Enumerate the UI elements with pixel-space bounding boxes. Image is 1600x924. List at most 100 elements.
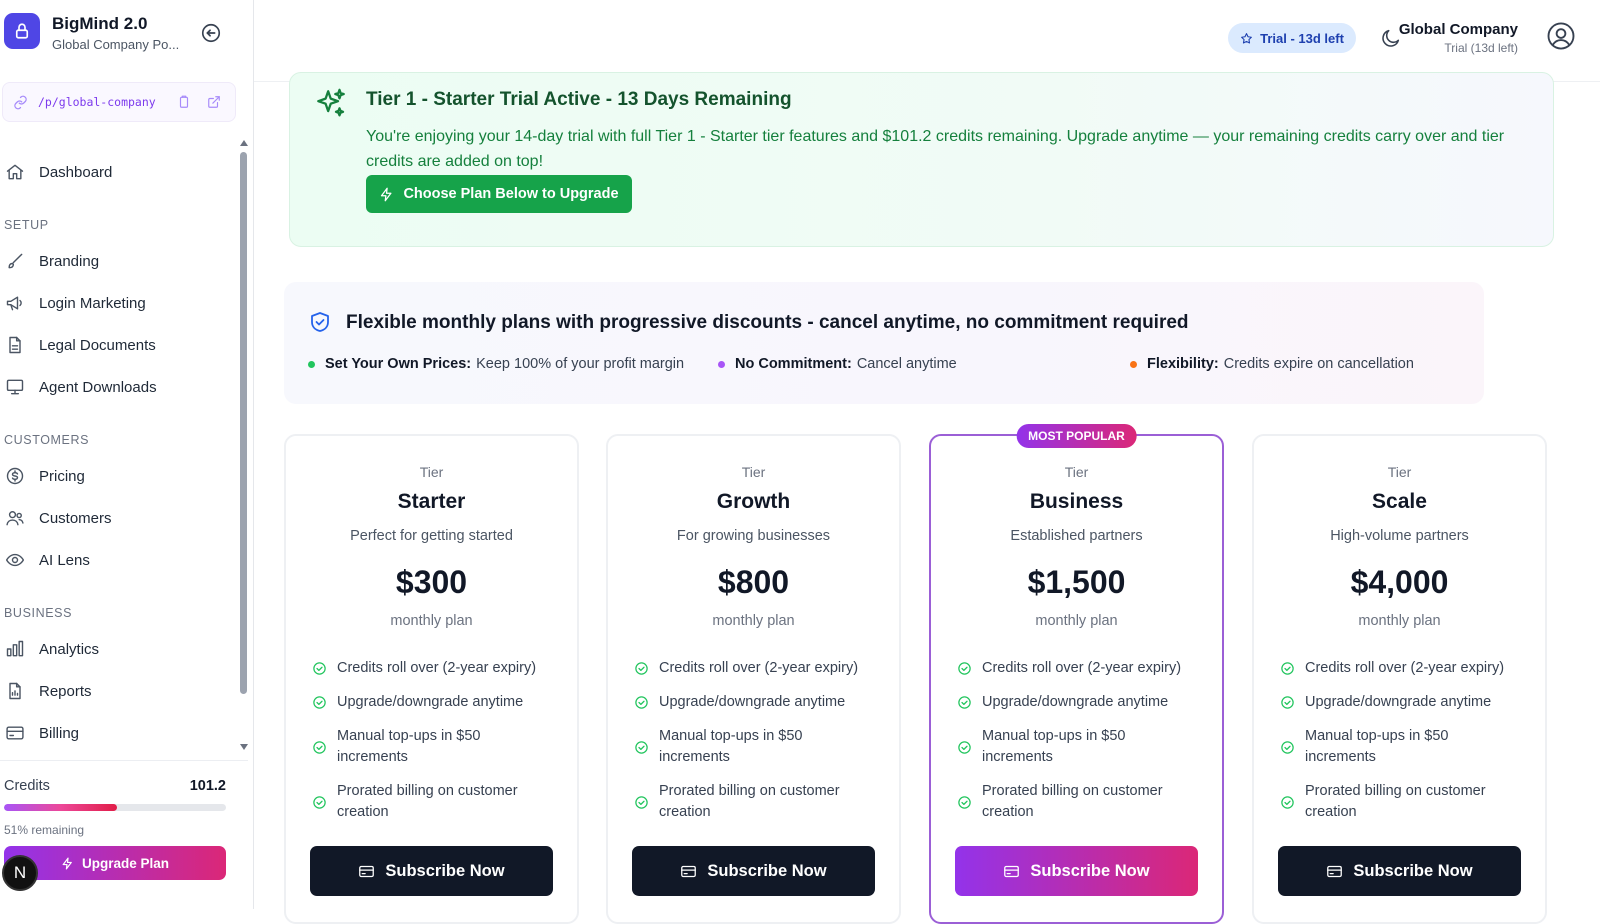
- subscribe-button-business[interactable]: Subscribe Now: [955, 846, 1198, 896]
- sparkles-icon: [314, 87, 348, 121]
- sidebar-item-ai-lens[interactable]: AI Lens: [0, 542, 236, 578]
- check-circle-icon: [958, 740, 971, 754]
- sidebar-scrollbar-thumb[interactable]: [240, 152, 247, 694]
- sidebar-item-label: Agent Downloads: [39, 378, 157, 396]
- sidebar-item-agent-downloads[interactable]: Agent Downloads: [0, 369, 236, 405]
- orange-dot: [1130, 360, 1137, 368]
- credits-progress-bar: [4, 804, 226, 811]
- sidebar: BigMind 2.0 Global Company Po... /p/glob…: [0, 0, 254, 909]
- sidebar-item-pricing[interactable]: Pricing: [0, 458, 236, 494]
- check-circle-icon: [958, 795, 971, 809]
- sidebar-item-billing[interactable]: Billing: [0, 715, 236, 751]
- external-link-icon[interactable]: [207, 95, 221, 109]
- document-icon: [5, 335, 25, 355]
- trial-status-badge[interactable]: Trial - 13d left: [1228, 23, 1356, 53]
- lightning-icon: [381, 187, 392, 201]
- sidebar-item-dashboard[interactable]: Dashboard: [0, 154, 236, 190]
- subscribe-label: Subscribe Now: [1030, 861, 1150, 880]
- sidebar-item-label: Dashboard: [39, 163, 113, 181]
- monitor-icon: [5, 377, 25, 397]
- company-trial-status: Trial (13d left): [1444, 41, 1518, 55]
- brand-header: BigMind 2.0 Global Company Po...: [4, 12, 248, 56]
- check-circle-icon: [635, 740, 648, 754]
- sidebar-item-label: Pricing: [39, 467, 85, 485]
- subscribe-button-scale[interactable]: Subscribe Now: [1278, 846, 1521, 896]
- banner-text: You're enjoying your 14-day trial with f…: [366, 128, 1505, 170]
- plan-feature: Credits roll over (2-year expiry): [312, 658, 562, 679]
- plan-feature: Credits roll over (2-year expiry): [957, 658, 1207, 679]
- upgrade-plan-label: Upgrade Plan: [81, 855, 170, 871]
- section-label-setup: SETUP: [4, 218, 49, 232]
- sidebar-item-reports[interactable]: Reports: [0, 673, 236, 709]
- info-point-bold: No Commitment:: [735, 356, 852, 372]
- credits-remaining: 51% remaining: [4, 823, 85, 837]
- report-icon: [5, 681, 25, 701]
- credits-value: 101.2: [189, 778, 226, 794]
- plan-card-starter: Tier Starter Perfect for getting started…: [284, 434, 579, 924]
- plan-name: Business: [1029, 490, 1124, 513]
- check-circle-icon: [313, 662, 326, 675]
- sidebar-item-label: Billing: [39, 724, 80, 742]
- plan-feature: Manual top-ups in $50 increments: [312, 726, 562, 768]
- choose-plan-button[interactable]: Choose Plan Below to Upgrade: [366, 175, 632, 213]
- check-circle-icon: [313, 795, 326, 809]
- subscribe-button-starter[interactable]: Subscribe Now: [310, 846, 553, 896]
- info-point-prices: Set Your Own Prices: Keep 100% of your p…: [308, 356, 684, 372]
- check-circle-icon: [635, 696, 648, 709]
- sidebar-item-login-marketing[interactable]: Login Marketing: [0, 285, 236, 321]
- shield-check-icon: [308, 310, 332, 334]
- check-circle-icon: [313, 740, 326, 754]
- sidebar-item-label: Legal Documents: [39, 336, 156, 354]
- credit-card-icon: [5, 723, 25, 743]
- info-point-text: Cancel anytime: [856, 356, 957, 372]
- copy-icon[interactable]: [177, 95, 191, 109]
- sidebar-item-branding[interactable]: Branding: [0, 243, 236, 279]
- sidebar-item-legal-documents[interactable]: Legal Documents: [0, 327, 236, 363]
- credit-card-icon: [1004, 865, 1020, 877]
- check-circle-icon: [1281, 662, 1294, 675]
- company-name: Global Company: [1398, 21, 1518, 38]
- plan-name: Growth: [716, 490, 791, 513]
- credit-card-icon: [1327, 865, 1343, 877]
- plan-feature: Credits roll over (2-year expiry): [634, 658, 884, 679]
- lightning-icon: [62, 856, 72, 870]
- sidebar-item-label: Login Marketing: [39, 294, 146, 312]
- sidebar-item-label: AI Lens: [39, 551, 90, 569]
- collapse-sidebar-icon[interactable]: [200, 22, 222, 44]
- plan-tier-label: Tier: [1064, 464, 1089, 480]
- user-avatar-badge[interactable]: N: [2, 855, 38, 891]
- subscribe-label: Subscribe Now: [1353, 861, 1473, 880]
- plan-card-scale: Tier Scale High-volume partners $4,000 m…: [1252, 434, 1547, 924]
- plan-feature: Manual top-ups in $50 increments: [634, 726, 884, 768]
- sidebar-item-customers[interactable]: Customers: [0, 500, 236, 536]
- plan-feature: Upgrade/downgrade anytime: [312, 692, 562, 713]
- sidebar-item-analytics[interactable]: Analytics: [0, 631, 236, 667]
- company-info[interactable]: Global Company Trial (13d left): [1399, 21, 1518, 55]
- link-icon: [13, 95, 28, 110]
- plan-description: For growing businesses: [676, 528, 831, 544]
- user-circle-icon[interactable]: [1546, 21, 1576, 51]
- plan-period: monthly plan: [1035, 613, 1118, 629]
- plan-feature: Manual top-ups in $50 increments: [957, 726, 1207, 768]
- star-icon: [1241, 32, 1253, 44]
- credit-card-icon: [681, 865, 697, 877]
- plan-feature: Prorated billing on customer creation: [1280, 781, 1530, 823]
- scroll-down-arrow[interactable]: [239, 742, 249, 752]
- check-circle-icon: [1281, 740, 1294, 754]
- subscribe-button-growth[interactable]: Subscribe Now: [632, 846, 875, 896]
- trial-status-label: Trial - 13d left: [1260, 30, 1344, 46]
- plan-price: $300: [395, 564, 468, 600]
- plans-info-title: Flexible monthly plans with progressive …: [346, 312, 1189, 333]
- plan-description: Established partners: [1010, 528, 1143, 544]
- most-popular-badge: MOST POPULAR: [1016, 424, 1137, 448]
- home-icon: [5, 162, 25, 182]
- plan-card-business: MOST POPULAR Tier Business Established p…: [929, 424, 1224, 924]
- plan-price: $4,000: [1350, 564, 1449, 600]
- plan-description: High-volume partners: [1330, 528, 1469, 544]
- plan-feature: Manual top-ups in $50 increments: [1280, 726, 1530, 768]
- dollar-circle-icon: [5, 466, 25, 486]
- credits-panel: Credits 101.2 51% remaining Upgrade Plan: [0, 760, 248, 909]
- brush-icon: [5, 251, 25, 271]
- scroll-up-arrow[interactable]: [239, 138, 249, 148]
- plan-name: Scale: [1372, 490, 1427, 513]
